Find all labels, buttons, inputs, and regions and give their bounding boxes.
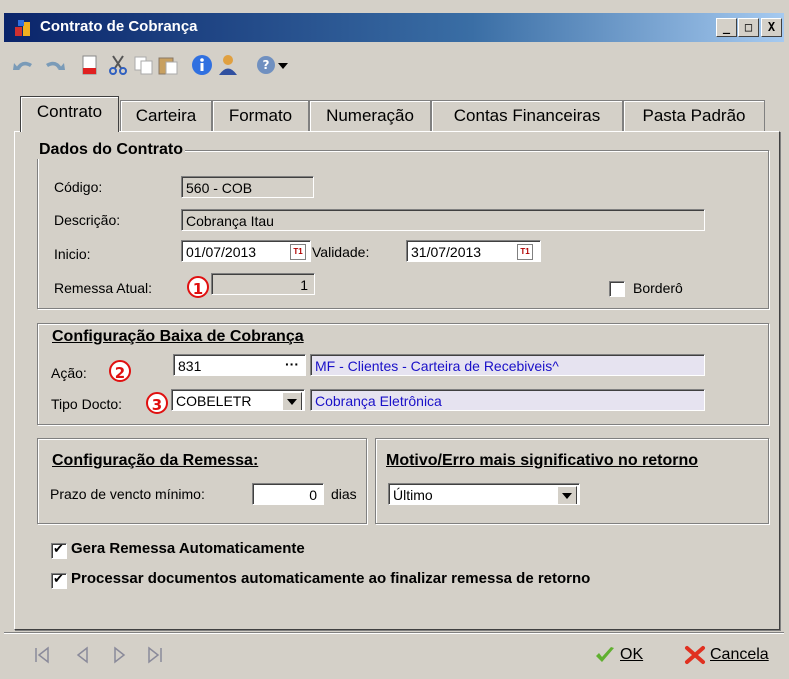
descricao-label: Descrição: (54, 212, 121, 228)
processar-documentos-checkbox[interactable] (51, 572, 67, 589)
dropdown-arrow-icon[interactable] (276, 54, 290, 76)
inicio-date-field[interactable]: 01/07/2013 T1 (181, 240, 311, 262)
new-document-icon[interactable] (78, 54, 102, 76)
dialog-window: Contrato de Cobrança _ □ X ? Contrato Ca… (0, 0, 789, 679)
processar-documentos-label: Processar documentos automaticamente ao … (71, 570, 591, 587)
group-title-motivo-erro: Motivo/Erro mais significativo no retorn… (384, 452, 701, 470)
callout-badge-2: 2 (109, 360, 131, 382)
inicio-label: Inicio: (54, 246, 91, 262)
ellipsis-button[interactable]: ··· (285, 355, 299, 375)
window-title: Contrato de Cobrança (40, 18, 198, 35)
chevron-down-icon[interactable] (557, 486, 577, 504)
previous-record-icon[interactable] (72, 645, 94, 665)
group-title-dados-contrato: Dados do Contrato (37, 141, 185, 159)
prazo-label: Prazo de vencto mínimo: (50, 486, 205, 502)
calendar-icon[interactable]: T1 (290, 244, 306, 260)
acao-code-field[interactable]: 831 ··· (173, 354, 306, 376)
acao-label: Ação: (51, 365, 87, 381)
tipo-docto-description-field: Cobrança Eletrônica (310, 389, 705, 411)
tab-carteira[interactable]: Carteira (120, 100, 212, 131)
chevron-down-icon[interactable] (282, 392, 302, 410)
tab-contrato[interactable]: Contrato (20, 96, 119, 132)
validade-date-field[interactable]: 31/07/2013 T1 (406, 240, 541, 262)
title-bar[interactable]: Contrato de Cobrança _ □ X (4, 13, 784, 42)
svg-text:?: ? (263, 58, 270, 72)
codigo-field: 560 - COB (181, 176, 314, 198)
gera-remessa-checkbox[interactable] (51, 542, 67, 559)
dias-label: dias (331, 486, 357, 502)
validade-label: Validade: (312, 244, 370, 260)
group-title-baixa-cobranca: Configuração Baixa de Cobrança (50, 328, 306, 346)
group-motivo-erro (375, 438, 769, 524)
tab-numeracao[interactable]: Numeração (309, 100, 431, 131)
gera-remessa-label: Gera Remessa Automaticamente (71, 540, 305, 557)
calendar-icon[interactable]: T1 (517, 244, 533, 260)
checkmark-icon (596, 647, 614, 662)
remessa-atual-label: Remessa Atual: (54, 280, 153, 296)
group-configuracao-remessa (37, 438, 367, 524)
app-icon (15, 20, 30, 36)
acao-description-field: MF - Clientes - Carteira de Recebiveis^ (310, 354, 705, 376)
tab-panel-contrato: Dados do Contrato Código: 560 - COB Desc… (14, 131, 780, 630)
footer-bar: OK Cancela (4, 632, 784, 677)
motivo-select[interactable]: Último (388, 483, 580, 505)
remessa-atual-field: 1 (211, 273, 315, 295)
callout-badge-3: 3 (146, 392, 168, 414)
cut-icon[interactable] (106, 54, 130, 76)
tab-pasta-padrao[interactable]: Pasta Padrão (623, 100, 765, 131)
tipo-docto-label: Tipo Docto: (51, 396, 123, 412)
bordero-label: Borderô (633, 280, 683, 296)
info-icon[interactable] (190, 54, 214, 76)
toolbar: ? (4, 44, 784, 84)
maximize-button[interactable]: □ (738, 18, 759, 37)
help-icon[interactable]: ? (254, 54, 278, 76)
tab-formato[interactable]: Formato (212, 100, 309, 131)
prazo-field[interactable]: 0 (252, 483, 324, 505)
callout-badge-1: 1 (187, 276, 209, 298)
close-icon (685, 646, 705, 664)
codigo-label: Código: (54, 179, 103, 195)
next-record-icon[interactable] (108, 645, 130, 665)
last-record-icon[interactable] (144, 645, 166, 665)
copy-icon[interactable] (132, 54, 156, 76)
bordero-checkbox[interactable] (609, 281, 625, 297)
undo-icon[interactable] (12, 54, 36, 76)
first-record-icon[interactable] (32, 645, 54, 665)
tab-contas-financeiras[interactable]: Contas Financeiras (431, 100, 623, 131)
close-button[interactable]: X (761, 18, 782, 37)
group-title-configuracao-remessa: Configuração da Remessa: (50, 452, 261, 470)
paste-icon[interactable] (156, 54, 180, 76)
user-icon[interactable] (216, 54, 240, 76)
descricao-field: Cobrança Itau (181, 209, 705, 231)
tab-bar: Contrato Carteira Formato Numeração Cont… (4, 96, 784, 132)
redo-icon[interactable] (42, 54, 66, 76)
minimize-button[interactable]: _ (716, 18, 737, 37)
tipo-docto-select[interactable]: COBELETR (171, 389, 305, 411)
